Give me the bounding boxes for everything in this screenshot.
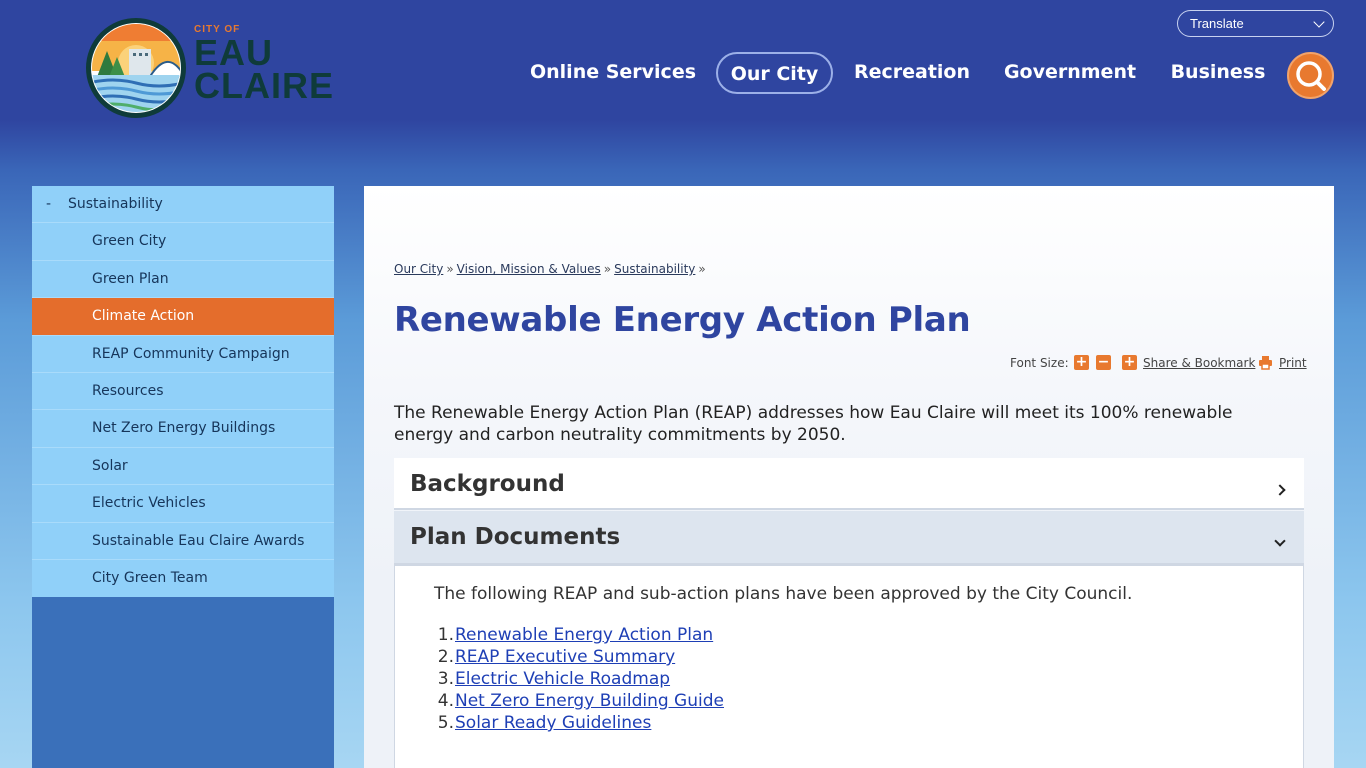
sidebar-list: - Sustainability Green City Green Plan C… [32,186,334,598]
sidebar-item-sustainable-awards[interactable]: Sustainable Eau Claire Awards [32,523,334,560]
chevron-right-icon [1274,484,1286,496]
list-number: 1. [437,625,454,645]
breadcrumb: Our City» Vision, Mission & Values» Sustai… [394,262,709,276]
nav-online-services[interactable]: Online Services [528,52,698,94]
chevron-down-icon [1274,535,1286,547]
share-icon[interactable]: + [1122,355,1137,370]
accordion-plan-documents: Plan Documents The following REAP and su… [394,511,1304,768]
logo-wordmark: CITY OF EAU CLAIRE [194,24,334,106]
logo-line-2: CLAIRE [194,65,334,106]
main-content: Our City» Vision, Mission & Values» Sustai… [364,186,1334,768]
accordion-background[interactable]: Background [394,458,1304,510]
accordion-header-background[interactable]: Background [394,458,1304,510]
translate-dropdown[interactable]: Translate [1177,10,1334,37]
sidebar-item-climate-action[interactable]: Climate Action [32,298,334,336]
minus-icon[interactable]: − [1096,355,1111,370]
share-bookmark-link[interactable]: Share & Bookmark [1143,354,1255,372]
list-item: 1. Renewable Energy Action Plan [438,624,724,646]
breadcrumb-separator: » [698,262,706,276]
plus-icon[interactable]: + [1074,355,1089,370]
sidebar-item-sustainability[interactable]: - Sustainability [32,186,334,224]
page-title: Renewable Energy Action Plan [394,300,971,340]
doc-link-net-zero-guide[interactable]: Net Zero Energy Building Guide [455,691,724,711]
list-item: 3. Electric Vehicle Roadmap [438,668,724,690]
list-number: 4. [437,691,454,711]
breadcrumb-sustainability[interactable]: Sustainability [614,262,695,276]
doc-link-reap[interactable]: Renewable Energy Action Plan [455,625,713,645]
accordion-body: The following REAP and sub-action plans … [394,565,1304,768]
doc-link-solar-ready[interactable]: Solar Ready Guidelines [455,713,651,733]
sidebar-item-green-plan[interactable]: Green Plan [32,261,334,299]
doc-link-ev-roadmap[interactable]: Electric Vehicle Roadmap [455,669,670,689]
nav-recreation[interactable]: Recreation [850,52,974,94]
logo-badge-icon [86,18,186,118]
search-icon [1296,61,1326,91]
page-tools: Font Size: + − + Share & Bookmark Print [1004,354,1307,373]
accordion-title: Plan Documents [410,524,621,550]
sidebar-item-net-zero-energy-buildings[interactable]: Net Zero Energy Buildings [32,410,334,448]
list-number: 3. [437,669,454,689]
sidebar-item-label: Sustainability [68,196,163,212]
sidebar-item-city-green-team[interactable]: City Green Team [32,560,334,597]
breadcrumb-separator: » [603,262,612,276]
translate-label: Translate [1190,16,1244,31]
chevron-down-icon [1313,16,1325,28]
print-link[interactable]: Print [1279,354,1307,372]
printer-icon[interactable] [1258,355,1273,373]
font-size-label: Font Size: [1010,356,1069,370]
list-item: 4. Net Zero Energy Building Guide [438,690,724,712]
nav-business[interactable]: Business [1166,52,1270,94]
breadcrumb-our-city[interactable]: Our City [394,262,443,276]
list-number: 5. [437,713,454,733]
sidebar-item-resources[interactable]: Resources [32,373,334,411]
documents-intro: The following REAP and sub-action plans … [434,584,1133,604]
nav-our-city[interactable]: Our City [716,52,833,94]
site-header: CITY OF EAU CLAIRE Translate Online Serv… [0,0,1366,150]
collapse-marker[interactable]: - [46,186,51,223]
sidebar-nav: - Sustainability Green City Green Plan C… [32,186,334,768]
accordion-header-plan-documents[interactable]: Plan Documents [394,511,1304,565]
list-item: 2. REAP Executive Summary [438,646,724,668]
city-logo[interactable]: CITY OF EAU CLAIRE [86,18,334,118]
breadcrumb-vision[interactable]: Vision, Mission & Values [457,262,601,276]
sidebar-item-reap-community-campaign[interactable]: REAP Community Campaign [32,336,334,373]
intro-paragraph: The Renewable Energy Action Plan (REAP) … [394,403,1233,445]
sidebar-item-electric-vehicles[interactable]: Electric Vehicles [32,485,334,523]
list-number: 2. [437,647,454,667]
search-button[interactable] [1287,52,1334,99]
sidebar-item-green-city[interactable]: Green City [32,223,334,261]
list-item: 5. Solar Ready Guidelines [438,712,724,734]
doc-link-executive-summary[interactable]: REAP Executive Summary [455,647,675,667]
documents-list: 1. Renewable Energy Action Plan 2. REAP Ex… [438,624,724,734]
breadcrumb-separator: » [446,262,454,276]
nav-government[interactable]: Government [1000,52,1140,94]
sidebar-item-solar[interactable]: Solar [32,448,334,486]
accordion-title: Background [410,471,565,497]
